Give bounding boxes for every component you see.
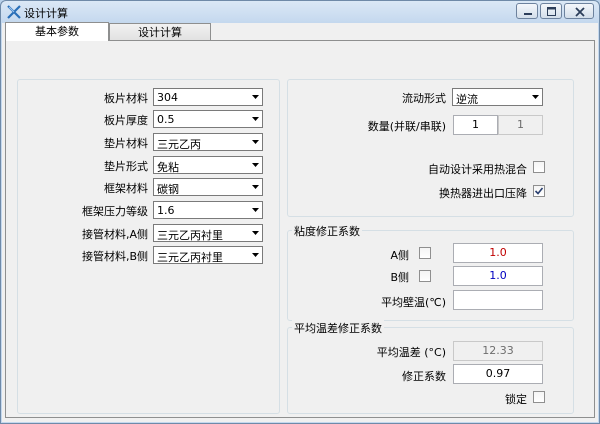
frame-pressure-label: 框架压力等级 — [82, 205, 148, 218]
mean-temp-diff-label: 平均温差 (°C) — [376, 346, 446, 359]
plate-thickness-value: 0.5 — [157, 113, 175, 126]
frame-material-combo[interactable]: 碳钢 — [153, 178, 263, 196]
nozzle-material-a-value: 三元乙丙衬里 — [157, 229, 223, 242]
chevron-down-icon — [252, 253, 259, 257]
chevron-down-icon — [252, 163, 259, 167]
viscosity-b-input[interactable]: 1.0 — [453, 266, 543, 286]
count-label: 数量(并联/串联) — [367, 120, 446, 133]
plate-thickness-label: 板片厚度 — [104, 114, 148, 127]
tab-basic-params[interactable]: 基本参数 — [5, 22, 109, 41]
viscosity-panel: 粘度修正系数 A侧 1.0 B侧 1.0 平均壁温(℃) — [287, 223, 574, 321]
minimize-button[interactable] — [516, 3, 538, 19]
gasket-material-combo[interactable]: 三元乙丙 — [153, 133, 263, 151]
plate-thickness-combo[interactable]: 0.5 — [153, 110, 263, 128]
chevron-down-icon — [252, 117, 259, 121]
frame-pressure-combo[interactable]: 1.6 — [153, 201, 263, 219]
viscosity-a-input[interactable]: 1.0 — [453, 243, 543, 263]
chevron-down-icon — [252, 95, 259, 99]
flow-type-combo[interactable]: 逆流 — [452, 88, 543, 106]
maximize-icon — [547, 7, 556, 16]
series-count-input[interactable]: 1 — [498, 115, 543, 135]
correction-factor-input[interactable]: 0.97 — [453, 364, 543, 384]
minimize-icon — [524, 13, 532, 15]
nozzle-material-b-label: 接管材料,B侧 — [81, 250, 148, 263]
lock-checkbox[interactable] — [533, 391, 545, 403]
close-icon — [575, 7, 585, 17]
temp-diff-panel: 平均温差修正系数 平均温差 (°C) 12.33 修正系数 0.97 锁定 — [287, 320, 574, 414]
gasket-type-label: 垫片形式 — [104, 160, 148, 173]
pressure-drop-label: 换热器进出口压降 — [439, 187, 527, 200]
viscosity-a-checkbox[interactable] — [419, 247, 431, 259]
plate-materials-panel: 板片材料 304 板片厚度 0.5 垫片材料 三元乙丙 垫片形式 免粘 框架材料… — [17, 79, 280, 414]
temp-diff-panel-title: 平均温差修正系数 — [292, 320, 384, 336]
nozzle-material-b-value: 三元乙丙衬里 — [157, 251, 223, 264]
viscosity-a-label: A侧 — [390, 249, 409, 262]
app-icon — [6, 4, 22, 20]
viscosity-b-checkbox[interactable] — [419, 270, 431, 282]
correction-factor-label: 修正系数 — [402, 370, 446, 383]
mean-temp-diff-input[interactable]: 12.33 — [453, 341, 543, 361]
window-title: 设计计算 — [24, 7, 68, 20]
flow-panel: 流动形式 逆流 数量(并联/串联) 1 1 自动设计采用热混合 换热器进出口压降 — [287, 79, 574, 217]
chevron-down-icon — [252, 231, 259, 235]
viscosity-a-value: 1.0 — [489, 246, 507, 259]
gasket-material-label: 垫片材料 — [104, 137, 148, 150]
title-bar[interactable]: 设计计算 — [1, 1, 599, 23]
chevron-down-icon — [252, 208, 259, 212]
auto-mix-checkbox[interactable] — [533, 161, 545, 173]
chevron-down-icon — [252, 185, 259, 189]
close-button[interactable] — [564, 3, 594, 19]
chevron-down-icon — [532, 95, 539, 99]
chevron-down-icon — [252, 140, 259, 144]
viscosity-b-value: 1.0 — [489, 269, 507, 282]
tab-design-calc[interactable]: 设计计算 — [109, 23, 211, 41]
auto-mix-label: 自动设计采用热混合 — [428, 163, 527, 176]
flow-type-value: 逆流 — [456, 93, 478, 106]
maximize-button[interactable] — [540, 3, 562, 19]
window: 设计计算 基本参数 设计计算 板片材料 304 板片厚度 0.5 垫片材料 三元… — [0, 0, 600, 424]
client-area: 基本参数 设计计算 板片材料 304 板片厚度 0.5 垫片材料 三元乙丙 垫片… — [2, 22, 598, 422]
lock-label: 锁定 — [505, 393, 527, 406]
viscosity-b-label: B侧 — [390, 271, 409, 284]
tab-content: 板片材料 304 板片厚度 0.5 垫片材料 三元乙丙 垫片形式 免粘 框架材料… — [5, 40, 595, 418]
check-icon — [534, 187, 544, 195]
plate-material-value: 304 — [157, 91, 178, 104]
pressure-drop-checkbox[interactable] — [533, 185, 545, 197]
frame-pressure-value: 1.6 — [157, 204, 175, 217]
gasket-material-value: 三元乙丙 — [157, 138, 201, 151]
gasket-type-combo[interactable]: 免粘 — [153, 156, 263, 174]
wall-temp-input[interactable] — [453, 290, 543, 310]
nozzle-material-a-label: 接管材料,A侧 — [81, 228, 148, 241]
frame-material-value: 碳钢 — [157, 183, 179, 196]
wall-temp-label: 平均壁温(℃) — [381, 296, 446, 309]
parallel-count-input[interactable]: 1 — [453, 115, 498, 135]
viscosity-panel-title: 粘度修正系数 — [292, 223, 362, 239]
nozzle-material-a-combo[interactable]: 三元乙丙衬里 — [153, 224, 263, 242]
gasket-type-value: 免粘 — [157, 161, 179, 174]
plate-material-combo[interactable]: 304 — [153, 88, 263, 106]
nozzle-material-b-combo[interactable]: 三元乙丙衬里 — [153, 246, 263, 264]
plate-material-label: 板片材料 — [104, 92, 148, 105]
frame-material-label: 框架材料 — [104, 182, 148, 195]
flow-type-label: 流动形式 — [402, 92, 446, 105]
